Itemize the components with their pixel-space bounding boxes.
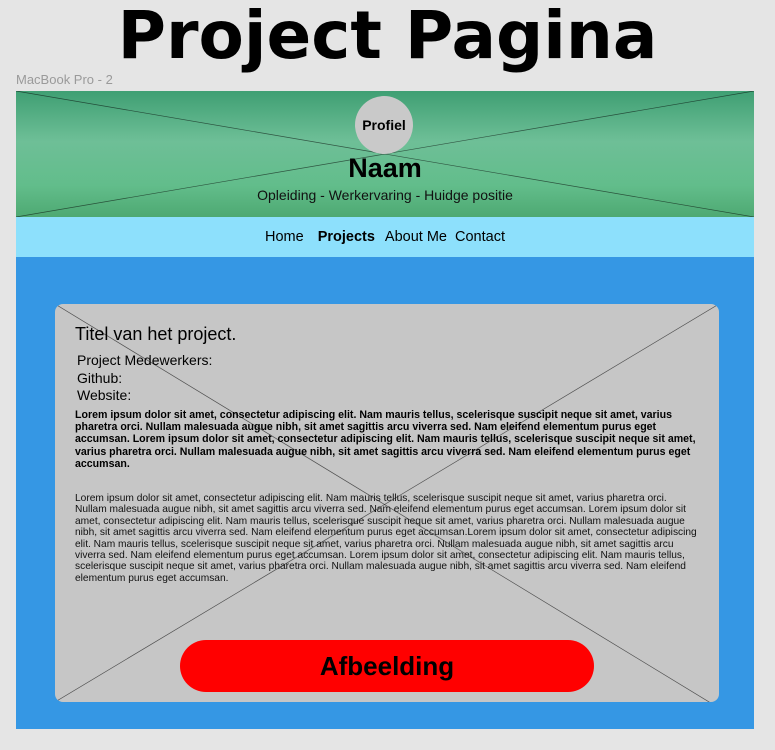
page-frame: Profiel Naam Opleiding - Werkervaring - … bbox=[16, 91, 754, 729]
image-button[interactable]: Afbeelding bbox=[180, 640, 594, 692]
project-lead-text: Lorem ipsum dolor sit amet, consectetur … bbox=[75, 409, 696, 470]
avatar-label: Profiel bbox=[362, 117, 406, 133]
project-website-label: Website: bbox=[77, 387, 132, 403]
nav-item-home[interactable]: Home bbox=[265, 229, 304, 245]
project-title: Titel van het project. bbox=[75, 324, 237, 344]
profile-subtitle: Opleiding - Werkervaring - Huidge positi… bbox=[257, 187, 513, 203]
project-card: Titel van het project. Project Medewerke… bbox=[55, 304, 719, 702]
nav-item-projects[interactable]: Projects bbox=[318, 229, 375, 245]
nav-item-contact[interactable]: Contact bbox=[455, 229, 505, 245]
page-title: Project Pagina bbox=[117, 0, 658, 74]
main-nav: Home Projects About Me Contact bbox=[16, 217, 754, 257]
avatar[interactable]: Profiel bbox=[355, 96, 413, 154]
project-collaborators-label: Project Medewerkers: bbox=[77, 352, 213, 368]
frame-label: MacBook Pro - 2 bbox=[16, 72, 113, 87]
project-github-label: Github: bbox=[77, 370, 123, 386]
nav-item-about-me[interactable]: About Me bbox=[385, 229, 447, 245]
profile-header: Profiel Naam Opleiding - Werkervaring - … bbox=[16, 91, 754, 217]
profile-name: Naam bbox=[348, 153, 422, 183]
project-body-text: Lorem ipsum dolor sit amet, consectetur … bbox=[75, 493, 697, 584]
